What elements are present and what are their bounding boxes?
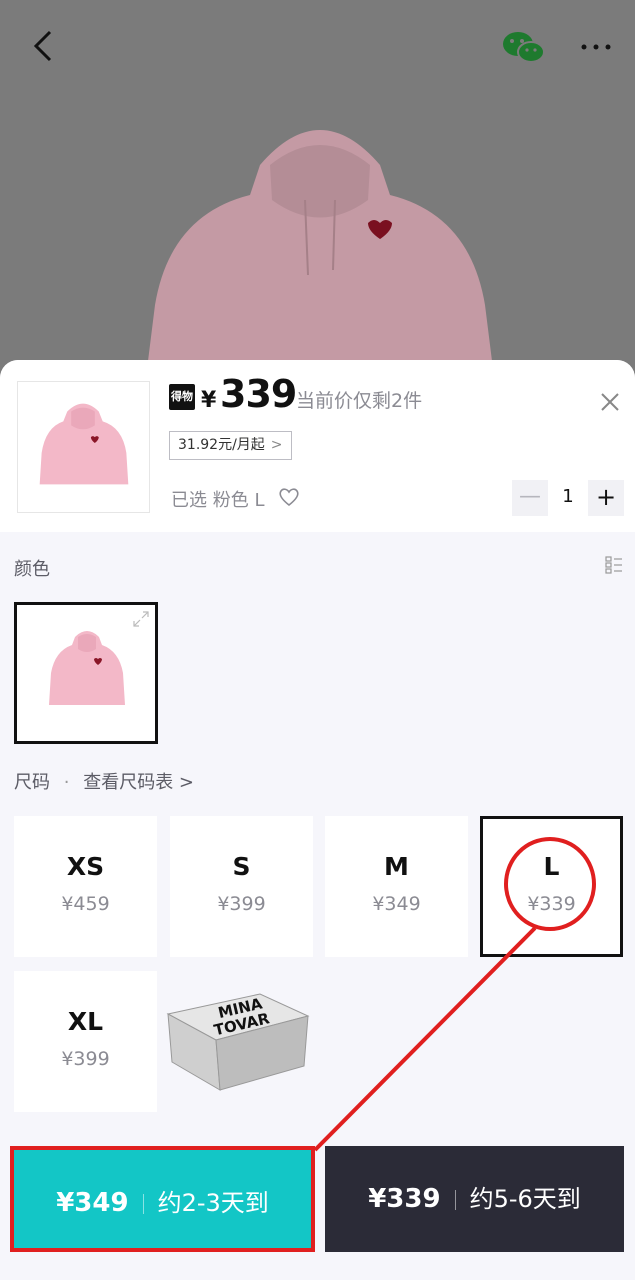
chevron-right-icon: > bbox=[270, 437, 283, 453]
divider bbox=[142, 1194, 144, 1214]
size-option-xs[interactable]: XS ¥459 bbox=[14, 816, 157, 957]
size-name: L bbox=[543, 852, 560, 881]
selected-variant: 已选 粉色 L bbox=[171, 490, 265, 511]
hoodie-image bbox=[145, 130, 495, 380]
size-price: ¥339 bbox=[527, 893, 576, 915]
more-dots-icon[interactable] bbox=[576, 30, 616, 64]
sku-selection-sheet: 得物 ¥ 339 当前价仅剩2件 31.92元/月起 > 已选 粉色 L — 1 … bbox=[0, 360, 635, 1280]
hoodie-swatch-image bbox=[49, 631, 125, 705]
shoebox-watermark-image: MINA TOVAR bbox=[166, 993, 310, 1091]
size-section-header: 尺码 · 查看尺码表 > bbox=[14, 768, 194, 794]
currency-symbol: ¥ bbox=[201, 388, 217, 413]
size-chart-link[interactable]: 查看尺码表 > bbox=[83, 772, 194, 793]
size-option-m[interactable]: M ¥349 bbox=[325, 816, 468, 957]
wechat-icon[interactable] bbox=[500, 28, 548, 68]
back-icon[interactable] bbox=[24, 26, 64, 66]
size-option-s[interactable]: S ¥399 bbox=[170, 816, 313, 957]
stock-note: 当前价仅剩2件 bbox=[296, 390, 423, 412]
size-price: ¥399 bbox=[61, 1048, 110, 1070]
size-option-xl[interactable]: XL ¥399 bbox=[14, 971, 157, 1112]
quantity-increase-button[interactable]: + bbox=[588, 480, 624, 516]
buy-standard-delivery-button[interactable]: ¥339 约5-6天到 bbox=[325, 1146, 624, 1252]
standard-price: ¥339 bbox=[368, 1184, 441, 1214]
heart-icon[interactable] bbox=[278, 487, 300, 507]
size-name: XS bbox=[66, 852, 105, 881]
divider bbox=[454, 1190, 456, 1210]
product-price: 339 bbox=[220, 372, 297, 416]
color-section-label: 颜色 bbox=[14, 559, 50, 580]
size-name: XL bbox=[67, 1007, 104, 1036]
installment-button[interactable]: 31.92元/月起 > bbox=[169, 431, 292, 460]
color-option-pink[interactable] bbox=[14, 602, 158, 744]
size-option-l[interactable]: L ¥339 bbox=[480, 816, 623, 957]
quantity-value: 1 bbox=[562, 486, 574, 507]
size-price: ¥399 bbox=[217, 893, 266, 915]
size-section-label: 尺码 bbox=[14, 772, 50, 793]
hoodie-thumbnail-image bbox=[39, 403, 129, 485]
fast-delivery-label: 约2-3天到 bbox=[157, 1189, 269, 1217]
product-hero bbox=[0, 0, 635, 380]
expand-icon[interactable] bbox=[133, 611, 149, 627]
size-price: ¥349 bbox=[372, 893, 421, 915]
installment-label: 31.92元/月起 bbox=[178, 437, 265, 453]
sheet-header: 得物 ¥ 339 当前价仅剩2件 31.92元/月起 > 已选 粉色 L — 1 … bbox=[0, 360, 635, 532]
product-thumbnail[interactable] bbox=[17, 381, 150, 513]
size-name: S bbox=[232, 852, 251, 881]
size-name: M bbox=[384, 852, 409, 881]
separator-dot: · bbox=[63, 772, 70, 793]
buy-fast-delivery-button[interactable]: ¥349 约2-3天到 bbox=[10, 1146, 315, 1252]
fast-price: ¥349 bbox=[56, 1188, 129, 1218]
list-view-icon[interactable] bbox=[605, 556, 623, 574]
close-icon[interactable] bbox=[596, 388, 624, 416]
quantity-decrease-button[interactable]: — bbox=[512, 480, 548, 516]
brand-badge: 得物 bbox=[169, 384, 195, 410]
size-price: ¥459 bbox=[61, 893, 110, 915]
standard-delivery-label: 约5-6天到 bbox=[469, 1185, 581, 1213]
